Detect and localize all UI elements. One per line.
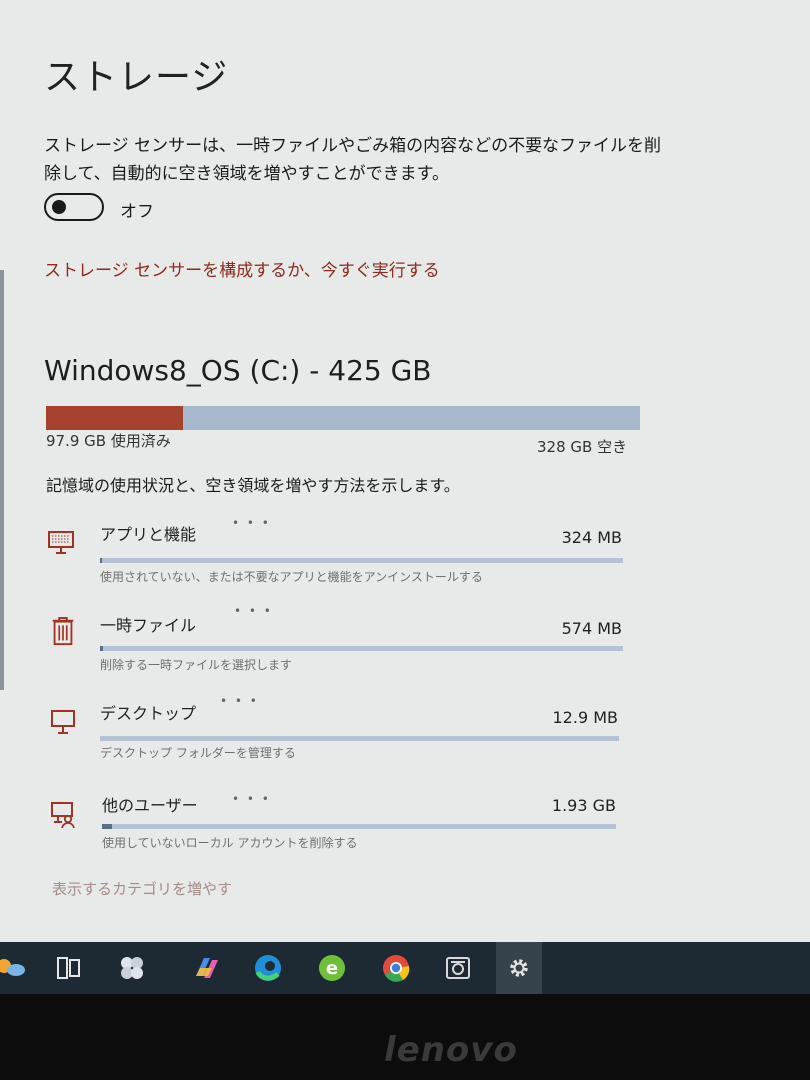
drive-usage-bar bbox=[46, 406, 640, 430]
taskbar: e bbox=[0, 942, 810, 994]
category-temp-files[interactable]: 一時ファイル • • • 574 MB 削除する一時ファイルを選択します bbox=[44, 604, 624, 678]
category-desktop[interactable]: デスクトップ • • • 12.9 MB デスクトップ フォルダーを管理する bbox=[44, 692, 624, 766]
app-icon[interactable] bbox=[116, 952, 148, 984]
toggle-knob bbox=[52, 200, 66, 214]
window-edge bbox=[0, 270, 4, 690]
ie-icon[interactable]: e bbox=[316, 952, 348, 984]
category-name: デスクトップ bbox=[100, 704, 197, 723]
category-description: デスクトップ フォルダーを管理する bbox=[100, 746, 296, 760]
weather-icon[interactable] bbox=[0, 952, 26, 984]
category-usage-fill bbox=[100, 558, 103, 563]
toggle-state-label: オフ bbox=[120, 202, 154, 222]
chrome-icon[interactable] bbox=[380, 952, 412, 984]
category-usage-bar bbox=[100, 736, 619, 741]
loading-dots: • • • bbox=[232, 792, 271, 806]
category-name: アプリと機能 bbox=[100, 525, 197, 544]
copilot-icon[interactable] bbox=[190, 952, 222, 984]
category-description: 使用していないローカル アカウントを削除する bbox=[102, 836, 358, 850]
camera-icon[interactable] bbox=[442, 952, 474, 984]
settings-window: ストレージ ストレージ センサーは、一時ファイルやごみ箱の内容などの不要なファイ… bbox=[0, 0, 810, 942]
drive-title: Windows8_OS (C:) - 425 GB bbox=[44, 354, 432, 387]
trash-icon bbox=[52, 616, 74, 646]
category-name: 他のユーザー bbox=[102, 796, 198, 815]
edge-icon[interactable] bbox=[252, 952, 284, 984]
category-usage-fill bbox=[100, 646, 103, 651]
other-users-icon bbox=[51, 802, 75, 829]
svg-text:e: e bbox=[326, 958, 338, 979]
storage-sense-description: ストレージ センサーは、一時ファイルやごみ箱の内容などの不要なファイルを削除して… bbox=[44, 136, 662, 184]
category-size: 574 MB bbox=[561, 619, 622, 638]
drive-free-label: 328 GB 空き bbox=[537, 438, 628, 456]
storage-sense-toggle[interactable] bbox=[44, 193, 104, 221]
category-size: 1.93 GB bbox=[551, 796, 616, 815]
loading-dots: • • • bbox=[232, 516, 271, 530]
category-usage-fill bbox=[102, 824, 113, 829]
category-usage-bar bbox=[100, 646, 623, 651]
apps-icon bbox=[48, 531, 74, 554]
loading-dots: • • • bbox=[220, 694, 259, 708]
drive-used-label: 97.9 GB 使用済み bbox=[46, 432, 171, 450]
task-view-icon[interactable] bbox=[52, 952, 84, 984]
show-more-categories-link[interactable]: 表示するカテゴリを増やす bbox=[52, 878, 232, 899]
category-apps[interactable]: アプリと機能 • • • 324 MB 使用されていない、または不要なアプリと機… bbox=[44, 512, 624, 592]
category-name: 一時ファイル bbox=[100, 616, 197, 635]
category-size: 324 MB bbox=[561, 528, 622, 547]
drive-usage-fill bbox=[46, 406, 183, 430]
lenovo-logo: lenovo bbox=[384, 1030, 518, 1070]
category-other-users[interactable]: 他のユーザー • • • 1.93 GB 使用していないローカル アカウントを削… bbox=[44, 782, 624, 856]
configure-storage-sense-link[interactable]: ストレージ センサーを構成するか、今すぐ実行する bbox=[44, 256, 440, 281]
category-size: 12.9 MB bbox=[552, 708, 619, 727]
category-usage-bar bbox=[102, 824, 616, 829]
page-title: ストレージ bbox=[44, 57, 229, 98]
category-usage-bar bbox=[100, 558, 623, 563]
category-description: 使用されていない、または不要なアプリと機能をアンインストールする bbox=[100, 570, 483, 584]
loading-dots: • • • bbox=[234, 604, 273, 618]
drive-description: 記憶域の使用状況と、空き領域を増やす方法を示します。 bbox=[46, 476, 460, 495]
settings-icon[interactable] bbox=[503, 952, 535, 984]
desktop-icon bbox=[51, 710, 75, 734]
category-description: 削除する一時ファイルを選択します bbox=[100, 658, 293, 672]
